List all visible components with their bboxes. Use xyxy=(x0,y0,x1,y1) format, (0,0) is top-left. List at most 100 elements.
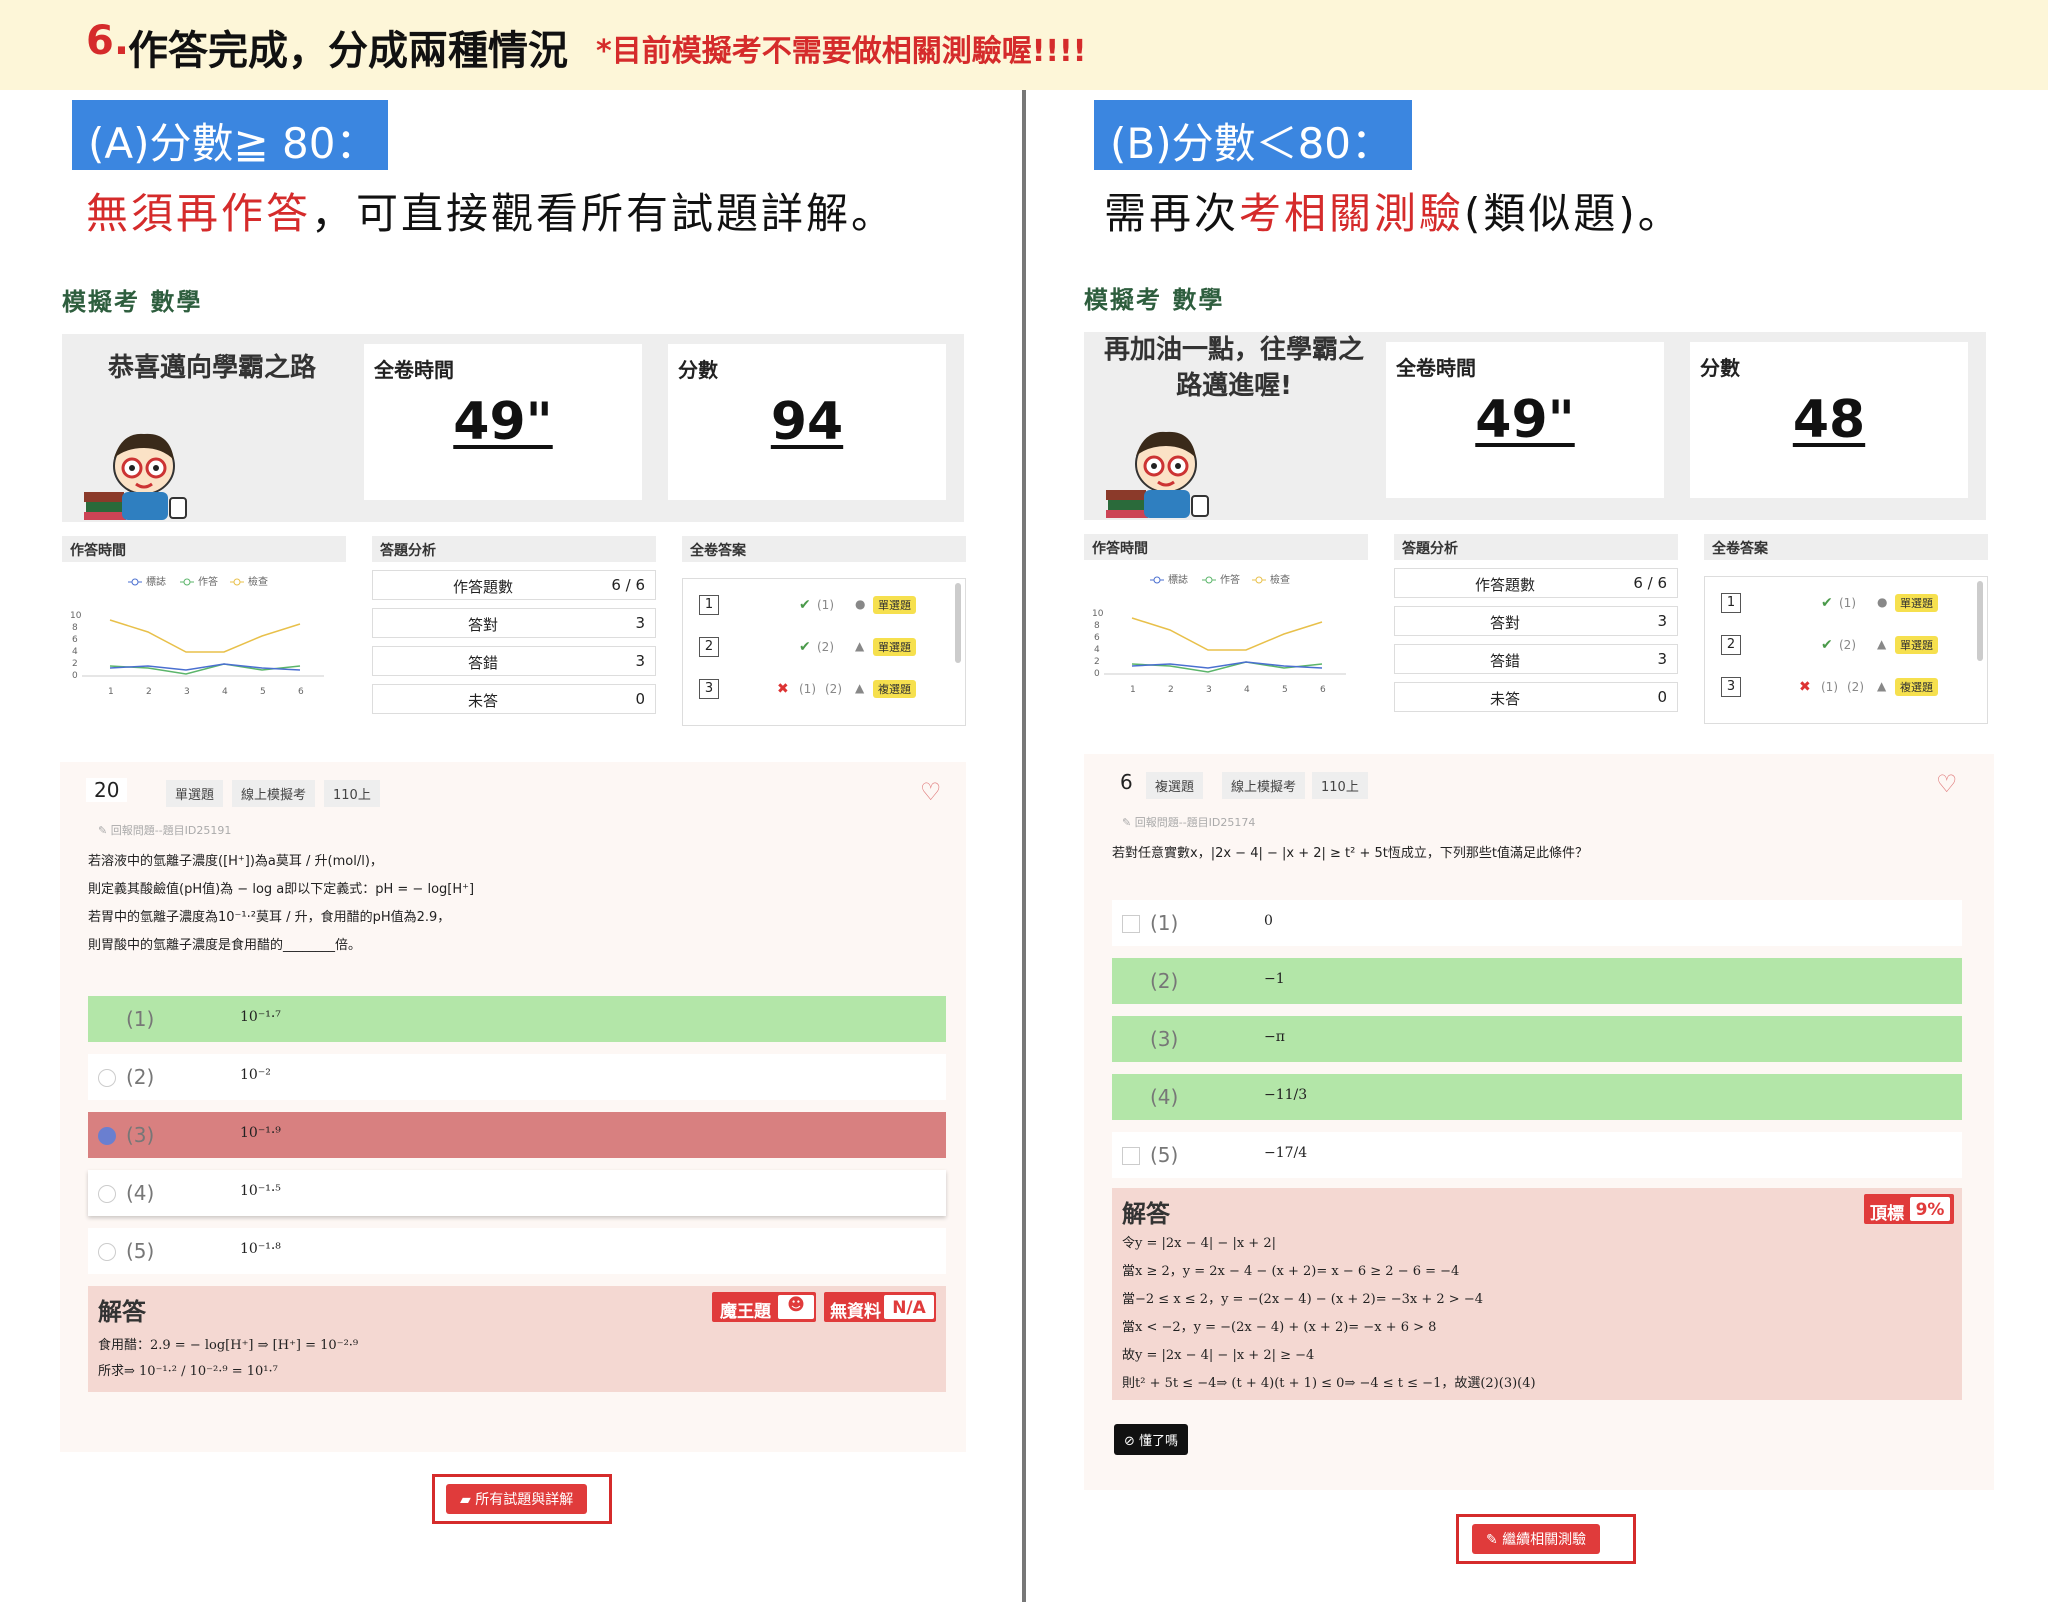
case-a-subtitle: 無須再作答，可直接觀看所有試題詳解。 xyxy=(86,180,896,241)
wrench-icon: ✎ xyxy=(1122,816,1135,829)
option-5[interactable]: (5) 10⁻¹·⁸ xyxy=(88,1228,946,1274)
option-value: −π xyxy=(1264,1029,1285,1045)
question-header: 6 複選題 線上模擬考 110上 xyxy=(1112,770,1982,800)
option-label: (5) xyxy=(126,1239,155,1263)
report-problem-link[interactable]: ✎ 回報問題--題目ID25174 xyxy=(1122,814,1255,830)
option-1[interactable]: (1) 10⁻¹·⁷ xyxy=(88,996,946,1042)
answer-number: 2 xyxy=(1721,635,1741,655)
question-type-chip: 單選題 xyxy=(166,780,224,807)
checkbox[interactable] xyxy=(1122,915,1140,933)
radio-button-selected[interactable] xyxy=(98,1127,116,1145)
answer-row[interactable]: 2 ✔ (2) ▲ 單選題 xyxy=(699,637,951,659)
panel-title: 模擬考 數學 xyxy=(62,288,203,316)
cross-icon: ✖ xyxy=(777,681,789,697)
answers-section: 全卷答案 1 ✔ (1) ● 單選題 2 ✔ (2) ▲ 單選題 3 ✖ (1) (2) ▲ 複選題 xyxy=(1704,534,1988,724)
svg-text:10: 10 xyxy=(70,611,82,621)
understand-button[interactable]: ⊘ 懂了嗎 xyxy=(1114,1424,1189,1455)
answer-row[interactable]: 3 ✖ (1) (2) ▲ 複選題 xyxy=(699,679,951,701)
svg-text:10: 10 xyxy=(1092,609,1104,619)
wrench-icon: ✎ xyxy=(98,824,111,837)
option-label: (1) xyxy=(1150,911,1179,935)
answer-row[interactable]: 1 ✔ (1) ● 單選題 xyxy=(1721,593,1973,615)
question-number: 6 xyxy=(1120,770,1133,794)
no-data-badge: 無資料 N/A xyxy=(824,1292,936,1322)
radio-button[interactable] xyxy=(98,1243,116,1261)
option-value: −17/4 xyxy=(1264,1145,1308,1161)
question-number: 20 xyxy=(86,778,128,802)
triangle-icon: ▲ xyxy=(855,639,865,653)
answers-label: 全卷答案 xyxy=(1704,534,1988,560)
case-b-highlight: 考相關測驗 xyxy=(1239,189,1465,238)
svg-text:0: 0 xyxy=(72,671,78,681)
pencil-icon: ✎ xyxy=(1486,1532,1503,1548)
svg-text:4: 4 xyxy=(222,687,228,697)
answer-choice: (1) xyxy=(817,598,834,612)
analysis-row-value: 0 xyxy=(1657,688,1667,706)
svg-text:3: 3 xyxy=(184,687,190,697)
analysis-row-label: 答對 xyxy=(1489,614,1520,632)
analysis-row-value: 3 xyxy=(1657,612,1667,630)
continue-test-button[interactable]: ✎ 繼續相關測驗 xyxy=(1472,1524,1601,1554)
scrollbar[interactable] xyxy=(955,583,961,663)
button-label: 所有試題與詳解 xyxy=(475,1492,574,1508)
answer-row[interactable]: 2 ✔ (2) ▲ 單選題 xyxy=(1721,635,1973,657)
option-3-correct[interactable]: (3) −π xyxy=(1112,1016,1962,1062)
favorite-heart-icon[interactable]: ♡ xyxy=(920,778,942,806)
analysis-row-value: 3 xyxy=(635,652,645,670)
svg-text:1: 1 xyxy=(108,687,114,697)
solution-line: 所求⇒ 10⁻¹·² / 10⁻²·⁹ = 10¹·⁷ xyxy=(98,1364,278,1379)
report-problem-link[interactable]: ✎ 回報問題--題目ID25191 xyxy=(98,822,231,838)
answer-number: 3 xyxy=(699,679,719,699)
analysis-row-label: 答錯 xyxy=(467,654,498,672)
svg-text:5: 5 xyxy=(1282,685,1288,695)
option-2[interactable]: (2) 10⁻² xyxy=(88,1054,946,1100)
option-3-selected-wrong[interactable]: (3) 10⁻¹·⁹ xyxy=(88,1112,946,1158)
radio-button[interactable] xyxy=(98,1069,116,1087)
badge-value: N/A xyxy=(884,1295,934,1319)
solution-line: 食用醋：2.9 = − log[H⁺] ⇒ [H⁺] = 10⁻²·⁹ xyxy=(98,1338,359,1353)
option-value: 0 xyxy=(1264,913,1273,929)
analysis-row-wrong: 答錯 3 xyxy=(1394,644,1678,674)
case-b-subtitle: 需再次考相關測驗(類似題)。 xyxy=(1104,180,1683,241)
summary-area: 再加油一點，往學霸之路邁進喔! 全卷時間 49" 分數 48 xyxy=(1084,332,1986,520)
option-label: (4) xyxy=(1150,1085,1179,1109)
analysis-row-label: 未答 xyxy=(1489,690,1520,708)
cross-icon: ✖ xyxy=(1799,679,1811,695)
option-value: 10⁻¹·⁵ xyxy=(240,1183,281,1199)
case-a-rest: ，可直接觀看所有試題詳解。 xyxy=(311,189,897,238)
time-card: 全卷時間 49" xyxy=(364,344,642,500)
analysis-row-wrong: 答錯 3 xyxy=(372,646,656,676)
answers-list[interactable]: 1 ✔ (1) ● 單選題 2 ✔ (2) ▲ 單選題 3 ✖ (1) (2) ▲ 複選題 xyxy=(682,578,966,726)
analysis-row-label: 作答題數 xyxy=(1474,576,1535,594)
favorite-heart-icon[interactable]: ♡ xyxy=(1936,770,1958,798)
left-result-panel: 模擬考 數學 恭喜邁向學霸之路 全卷時間 49" 分數 94 作答時間 標誌 作… xyxy=(52,266,974,746)
time-chart-section: 作答時間 標誌 作答 檢查 10 8 6 4 2 0 1 2 3 4 5 6 xyxy=(62,536,346,697)
solution-box: 解答 食用醋：2.9 = − log[H⁺] ⇒ [H⁺] = 10⁻²·⁹ 所… xyxy=(88,1286,946,1392)
option-4[interactable]: (4) 10⁻¹·⁵ xyxy=(88,1170,946,1216)
option-label: (5) xyxy=(1150,1143,1179,1167)
answer-row[interactable]: 1 ✔ (1) ● 單選題 xyxy=(699,595,951,617)
radio-button[interactable] xyxy=(98,1185,116,1203)
answer-choice: (2) xyxy=(1839,638,1856,652)
step-title: 作答完成，分成兩種情況 xyxy=(128,28,568,74)
dot-icon: ● xyxy=(855,597,866,611)
all-questions-button[interactable]: ▰ 所有試題與詳解 xyxy=(446,1484,588,1514)
check-icon: ✔ xyxy=(799,597,811,613)
mascot-icon xyxy=(1106,431,1209,518)
svg-text:5: 5 xyxy=(260,687,266,697)
svg-text:4: 4 xyxy=(1244,685,1250,695)
option-2-correct[interactable]: (2) −1 xyxy=(1112,958,1962,1004)
question-type-badge: 單選題 xyxy=(873,596,916,614)
time-label: 全卷時間 xyxy=(374,358,454,382)
svg-text:2: 2 xyxy=(1168,685,1174,695)
option-1[interactable]: (1) 0 xyxy=(1112,900,1962,946)
option-4-correct[interactable]: (4) −11/3 xyxy=(1112,1074,1962,1120)
legend-answer: 作答 xyxy=(198,575,218,588)
button-label: 繼續相關測驗 xyxy=(1502,1532,1587,1548)
answer-row[interactable]: 3 ✖ (1) (2) ▲ 複選題 xyxy=(1721,677,1973,699)
option-5[interactable]: (5) −17/4 xyxy=(1112,1132,1962,1178)
scrollbar[interactable] xyxy=(1977,581,1983,661)
answers-list[interactable]: 1 ✔ (1) ● 單選題 2 ✔ (2) ▲ 單選題 3 ✖ (1) (2) ▲ 複選題 xyxy=(1704,576,1988,724)
solution-line: 令y = |2x − 4| − |x + 2| xyxy=(1122,1236,1276,1251)
checkbox[interactable] xyxy=(1122,1147,1140,1165)
